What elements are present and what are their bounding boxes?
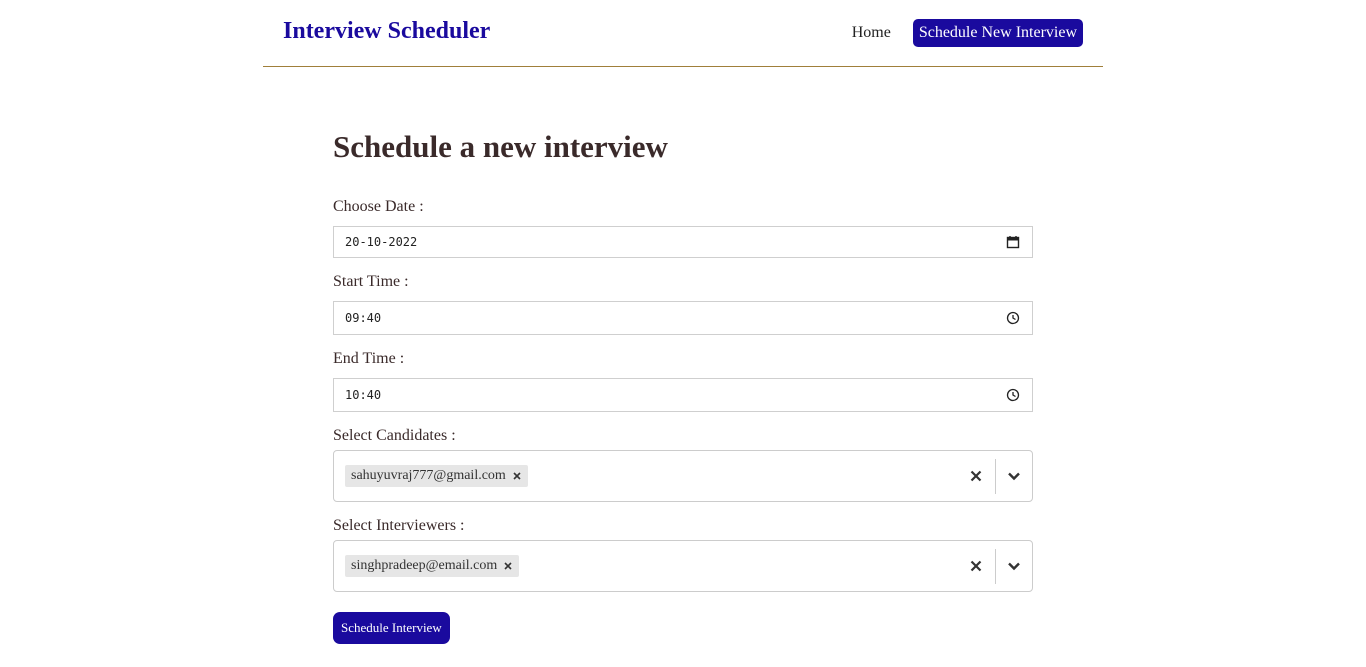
nav-home-link[interactable]: Home	[852, 24, 891, 42]
candidates-label: Select Candidates :	[333, 427, 456, 444]
end-time-label: End Time :	[333, 350, 405, 367]
schedule-form: Schedule a new interview Choose Date : 2…	[333, 128, 1033, 644]
interviewer-chip-label: singhpradeep@email.com	[351, 558, 498, 573]
date-label: Choose Date :	[333, 198, 424, 215]
nav-links: Home Schedule New Interview	[852, 19, 1083, 47]
navbar: Interview Scheduler Home Schedule New In…	[263, 0, 1103, 67]
end-time-value: 10:40	[345, 388, 382, 402]
interviewers-select[interactable]: singhpradeep@email.com	[333, 540, 1033, 592]
clear-candidates-button[interactable]	[966, 466, 986, 486]
candidates-dropdown-button[interactable]	[1004, 466, 1024, 486]
page-title: Schedule a new interview	[333, 129, 668, 164]
close-icon	[970, 470, 982, 482]
start-time-input[interactable]: 09:40	[333, 301, 1033, 335]
nav-schedule-new-interview-link[interactable]: Schedule New Interview	[912, 19, 1083, 47]
candidate-chip-label: sahuyuvraj777@gmail.com	[351, 468, 506, 483]
clear-interviewers-button[interactable]	[966, 556, 986, 576]
brand-title[interactable]: Interview Scheduler	[283, 18, 490, 45]
schedule-interview-button[interactable]: Schedule Interview	[333, 612, 450, 644]
chevron-down-icon	[1008, 562, 1020, 571]
close-icon	[504, 562, 512, 570]
close-icon	[513, 472, 521, 480]
indicator-separator	[995, 549, 996, 584]
interviewers-dropdown-button[interactable]	[1004, 556, 1024, 576]
end-time-input[interactable]: 10:40	[333, 378, 1033, 412]
remove-candidate-button[interactable]	[506, 465, 528, 487]
clock-icon[interactable]	[1006, 388, 1020, 402]
close-icon	[970, 560, 982, 572]
start-time-value: 09:40	[345, 311, 382, 325]
clock-icon[interactable]	[1006, 311, 1020, 325]
chevron-down-icon	[1008, 472, 1020, 481]
candidates-select[interactable]: sahuyuvraj777@gmail.com	[333, 450, 1033, 502]
remove-interviewer-button[interactable]	[497, 555, 519, 577]
interviewers-label: Select Interviewers :	[333, 517, 465, 534]
date-value: 20-10-2022	[345, 235, 418, 249]
calendar-icon[interactable]	[1006, 235, 1020, 249]
candidate-chip: sahuyuvraj777@gmail.com	[345, 465, 528, 487]
start-time-label: Start Time :	[333, 273, 409, 290]
interviewer-chip: singhpradeep@email.com	[345, 555, 520, 577]
date-input[interactable]: 20-10-2022	[333, 226, 1033, 258]
indicator-separator	[995, 459, 996, 494]
